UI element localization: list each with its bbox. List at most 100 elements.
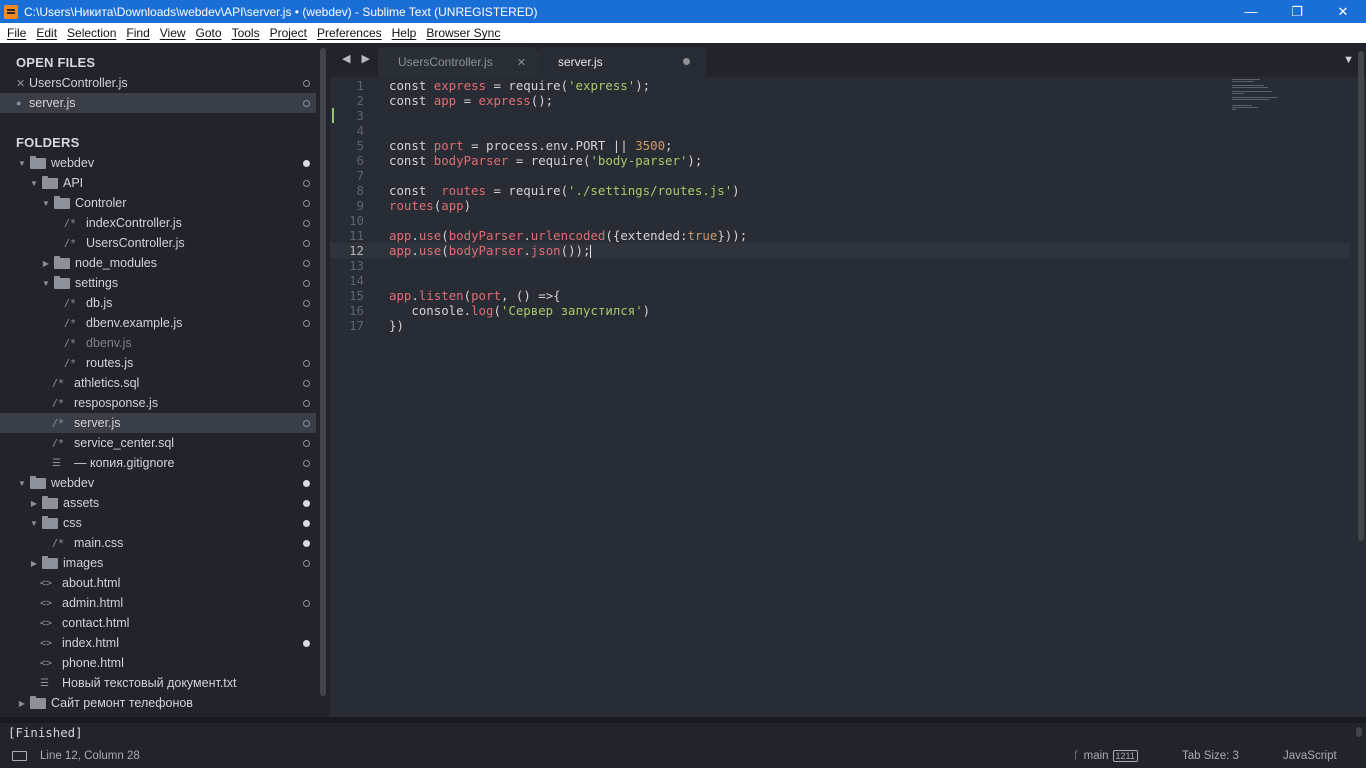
- menu-goto[interactable]: Goto: [196, 26, 222, 40]
- file-item[interactable]: /* UsersController.js: [0, 233, 316, 253]
- minimap[interactable]: [1232, 77, 1292, 117]
- code-line[interactable]: 2 const app = express();: [330, 93, 1350, 108]
- chevron-down-icon[interactable]: ▼: [1343, 54, 1354, 66]
- code-line[interactable]: 4: [330, 123, 1350, 138]
- code-line[interactable]: 14: [330, 273, 1350, 288]
- code-line[interactable]: 6 const bodyParser = require('body-parser…: [330, 153, 1350, 168]
- code-line[interactable]: 9 routes(app): [330, 198, 1350, 213]
- folder-item[interactable]: ▼ API: [0, 173, 316, 193]
- code-line[interactable]: 8 const routes = require('./settings/rout…: [330, 183, 1350, 198]
- text-file-icon: ☰: [40, 677, 49, 689]
- build-output: [Finished]: [8, 725, 83, 740]
- file-item[interactable]: /* db.js: [0, 293, 316, 313]
- syntax-selector[interactable]: JavaScript: [1283, 750, 1337, 762]
- code-line[interactable]: 16 console.log('Сервер запустился'): [330, 303, 1350, 318]
- folder-item[interactable]: ▶ node_modules: [0, 253, 316, 273]
- folder-item[interactable]: ▼ css: [0, 513, 316, 533]
- git-branch[interactable]: ᚴ main 1211: [1073, 750, 1138, 762]
- disclosure-collapsed-icon[interactable]: ▶: [16, 699, 28, 708]
- code-area[interactable]: 1 const express = require('express'); 2 con…: [330, 77, 1366, 717]
- code-line[interactable]: 17}): [330, 318, 1350, 333]
- code-line[interactable]: 10: [330, 213, 1350, 228]
- file-item[interactable]: ☰ Новый текстовый документ.txt: [0, 673, 316, 693]
- file-item[interactable]: /* service_center.sql: [0, 433, 316, 453]
- folder-item[interactable]: ▼ webdev: [0, 153, 316, 173]
- open-file-item[interactable]: ✕ UsersController.js: [0, 73, 316, 93]
- tab-nav-arrows-icon[interactable]: ◀ ▶: [342, 52, 374, 65]
- file-item[interactable]: /* athletics.sql: [0, 373, 316, 393]
- menu-tools[interactable]: Tools: [232, 26, 260, 40]
- editor-scrollbar[interactable]: [1358, 51, 1364, 541]
- menu-bar: File Edit Selection Find View Goto Tools…: [0, 23, 1366, 43]
- line-number: 1: [356, 78, 364, 93]
- code-text: console.log('Сервер запустился'): [389, 303, 651, 318]
- disclosure-expanded-icon[interactable]: ▼: [40, 199, 52, 208]
- menu-find[interactable]: Find: [126, 26, 149, 40]
- file-item[interactable]: /* main.css: [0, 533, 316, 553]
- file-item[interactable]: <> phone.html: [0, 653, 316, 673]
- status-circle-icon: [303, 239, 310, 247]
- file-item[interactable]: /* indexController.js: [0, 213, 316, 233]
- tab-server-js[interactable]: server.js: [538, 47, 706, 77]
- close-button[interactable]: ✕: [1320, 0, 1366, 23]
- menu-preferences[interactable]: Preferences: [317, 26, 382, 40]
- disclosure-expanded-icon[interactable]: ▼: [28, 519, 40, 528]
- open-file-label: UsersController.js: [29, 76, 128, 90]
- file-item[interactable]: /* server.js: [0, 413, 316, 433]
- file-item[interactable]: <> about.html: [0, 573, 316, 593]
- tab-users-controller[interactable]: UsersController.js ✕: [378, 47, 538, 77]
- output-scrollbar[interactable]: [1356, 727, 1362, 737]
- menu-help[interactable]: Help: [392, 26, 417, 40]
- file-item[interactable]: ☰ — копия.gitignore: [0, 453, 316, 473]
- dirty-dot-icon[interactable]: [683, 58, 690, 65]
- close-icon[interactable]: ✕: [16, 77, 26, 90]
- folder-item[interactable]: ▶ Сайт ремонт телефонов: [0, 693, 316, 713]
- code-line[interactable]: 15 app.listen(port, () =>{: [330, 288, 1350, 303]
- tab-size[interactable]: Tab Size: 3: [1182, 750, 1239, 762]
- close-icon[interactable]: ✕: [517, 56, 526, 69]
- disclosure-expanded-icon[interactable]: ▼: [40, 279, 52, 288]
- disclosure-collapsed-icon[interactable]: ▶: [40, 259, 52, 268]
- folder-item[interactable]: ▼ webdev: [0, 473, 316, 493]
- menu-view[interactable]: View: [160, 26, 186, 40]
- code-line[interactable]: 3: [330, 108, 1350, 123]
- dirty-dot-icon[interactable]: ●: [16, 98, 26, 108]
- file-item[interactable]: /* routes.js: [0, 353, 316, 373]
- maximize-button[interactable]: ❐: [1274, 0, 1320, 23]
- menu-edit[interactable]: Edit: [36, 26, 57, 40]
- minimize-button[interactable]: —: [1228, 0, 1274, 23]
- folder-item[interactable]: ▼ Controler: [0, 193, 316, 213]
- code-line[interactable]: 13: [330, 258, 1350, 273]
- code-line[interactable]: 12 app.use(bodyParser.json());: [330, 243, 1350, 258]
- disclosure-collapsed-icon[interactable]: ▶: [28, 499, 40, 508]
- folder-item[interactable]: ▼ settings: [0, 273, 316, 293]
- disclosure-expanded-icon[interactable]: ▼: [16, 159, 28, 168]
- disclosure-collapsed-icon[interactable]: ▶: [28, 559, 40, 568]
- folder-item[interactable]: ▶ assets: [0, 493, 316, 513]
- status-filled-icon: [303, 499, 310, 507]
- disclosure-expanded-icon[interactable]: ▼: [16, 479, 28, 488]
- file-item[interactable]: /* dbenv.js: [0, 333, 316, 353]
- sidebar-scrollbar[interactable]: [320, 48, 326, 696]
- file-item[interactable]: /* dbenv.example.js: [0, 313, 316, 333]
- open-file-item[interactable]: ● server.js: [0, 93, 316, 113]
- file-item[interactable]: /* resposponse.js: [0, 393, 316, 413]
- code-line[interactable]: 1 const express = require('express');: [330, 78, 1350, 93]
- folder-item[interactable]: ▶ images: [0, 553, 316, 573]
- code-line[interactable]: 11 app.use(bodyParser.urlencoded({extende…: [330, 228, 1350, 243]
- status-circle-icon: [303, 179, 310, 187]
- tree-item-label: webdev: [51, 476, 95, 490]
- status-circle-icon: [303, 559, 310, 567]
- menu-browser-sync[interactable]: Browser Sync: [426, 26, 500, 40]
- disclosure-expanded-icon[interactable]: ▼: [28, 179, 40, 188]
- panel-toggle-icon[interactable]: [12, 751, 27, 761]
- code-line[interactable]: 7: [330, 168, 1350, 183]
- file-item[interactable]: <> contact.html: [0, 613, 316, 633]
- menu-selection[interactable]: Selection: [67, 26, 116, 40]
- file-item[interactable]: <> index.html: [0, 633, 316, 653]
- file-item[interactable]: <> admin.html: [0, 593, 316, 613]
- code-text: const port = process.env.PORT || 3500;: [389, 138, 673, 153]
- menu-file[interactable]: File: [7, 26, 26, 40]
- code-line[interactable]: 5 const port = process.env.PORT || 3500;: [330, 138, 1350, 153]
- menu-project[interactable]: Project: [270, 26, 307, 40]
